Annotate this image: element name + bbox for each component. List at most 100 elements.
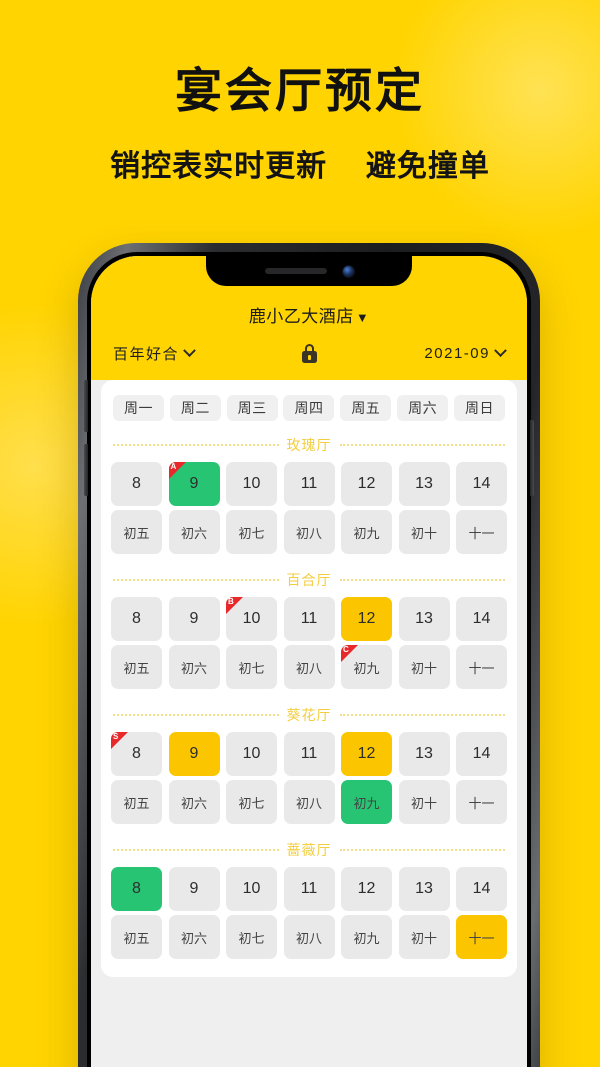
date-cell[interactable]: 14 <box>456 867 507 911</box>
date-row: 8 A 9 10 11 12 13 14 <box>111 462 507 506</box>
cell-label: 初十 <box>410 660 437 676</box>
cell-label: 9 <box>189 610 199 627</box>
lunar-cell[interactable]: 初十 <box>398 915 450 959</box>
volume-up-button[interactable] <box>84 380 88 432</box>
cell-label: 初八 <box>295 930 322 946</box>
lunar-cell[interactable]: 初六 <box>168 915 220 959</box>
cell-label: 14 <box>472 880 491 897</box>
weekday-tab[interactable]: 周六 <box>397 395 449 421</box>
date-cell[interactable]: B 10 <box>226 597 277 641</box>
lunar-cell[interactable]: 初七 <box>226 645 277 689</box>
date-cell[interactable]: 11 <box>283 867 335 911</box>
corner-badge-label: C <box>343 645 349 654</box>
lunar-cell[interactable]: 初五 <box>111 780 162 824</box>
cell-label: 8 <box>132 475 141 492</box>
lunar-cell[interactable]: 初九 <box>341 510 392 554</box>
lunar-cell[interactable]: 十一 <box>456 645 507 689</box>
lunar-cell[interactable]: 初六 <box>168 510 220 554</box>
date-cell[interactable]: 12 <box>341 597 392 641</box>
date-cell[interactable]: 12 <box>341 462 392 506</box>
lunar-cell[interactable]: 初五 <box>111 510 162 554</box>
package-filter-dropdown[interactable]: 百年好合 <box>113 343 196 364</box>
lunar-cell[interactable]: 初六 <box>168 780 220 824</box>
date-cell[interactable]: 12 <box>341 732 392 776</box>
hall-header: 葵花厅 <box>111 702 507 732</box>
cell-label: 初六 <box>180 660 207 676</box>
divider-right <box>339 849 505 851</box>
date-cell[interactable]: 10 <box>226 732 277 776</box>
hotel-name-label: 鹿小乙大酒店 <box>248 307 354 326</box>
date-cell[interactable]: 14 <box>456 462 507 506</box>
lock-icon[interactable] <box>301 344 317 363</box>
lunar-cell[interactable]: 初十 <box>398 645 450 689</box>
lock-keyhole <box>307 354 311 360</box>
cell-label: 初十 <box>410 930 437 946</box>
weekday-tab[interactable]: 周五 <box>340 395 392 421</box>
cell-label: 初七 <box>238 930 265 946</box>
cell-label: 9 <box>189 880 199 897</box>
weekday-tab[interactable]: 周一 <box>113 395 164 421</box>
volume-down-button[interactable] <box>84 444 88 496</box>
cell-label: 14 <box>472 610 491 627</box>
cell-label: 初六 <box>180 930 207 946</box>
month-filter-dropdown[interactable]: 2021-09 <box>424 344 507 362</box>
date-cell[interactable]: S8 <box>111 732 162 776</box>
date-cell[interactable]: 9 <box>168 732 220 776</box>
lunar-cell[interactable]: 十一 <box>456 510 507 554</box>
chevron-down-icon <box>183 344 196 358</box>
lunar-cell[interactable]: 初十 <box>398 780 450 824</box>
date-cell[interactable]: 11 <box>283 732 335 776</box>
weekday-tab[interactable]: 周四 <box>283 395 335 421</box>
lunar-cell[interactable]: 初十 <box>398 510 450 554</box>
date-cell[interactable]: 12 <box>341 867 392 911</box>
lunar-cell[interactable]: 初九 <box>341 780 392 824</box>
date-cell[interactable]: 13 <box>398 462 450 506</box>
weekday-tab[interactable]: 周二 <box>169 395 221 421</box>
date-cell[interactable]: 9 <box>168 867 220 911</box>
lunar-row: 初五 初六 初七 初八 初九 初十 十一 <box>111 915 507 959</box>
phone-screen: 鹿小乙大酒店 ▼ 百年好合 2021-09 周一 周二 周三 周四 周五 周六 … <box>91 256 527 1067</box>
date-cell[interactable]: 14 <box>456 597 507 641</box>
cell-label: 13 <box>415 610 433 627</box>
hall-name-label: 蔷薇厅 <box>286 842 332 858</box>
divider-left <box>113 579 279 581</box>
date-cell[interactable]: 9 <box>168 597 220 641</box>
lunar-cell[interactable]: C 初九 <box>341 645 392 689</box>
hall-name-label: 百合厅 <box>286 572 332 588</box>
date-cell[interactable]: A9 <box>168 462 220 506</box>
lunar-cell[interactable]: 初六 <box>168 645 220 689</box>
lunar-cell[interactable]: 初八 <box>283 915 335 959</box>
lunar-cell[interactable]: 十一 <box>456 915 507 959</box>
weekday-tab[interactable]: 周日 <box>453 395 505 421</box>
date-cell[interactable]: 11 <box>283 462 335 506</box>
date-cell[interactable]: 13 <box>398 732 450 776</box>
lunar-cell[interactable]: 初七 <box>226 780 277 824</box>
date-cell[interactable]: 10 <box>226 462 277 506</box>
lunar-cell[interactable]: 初七 <box>226 915 277 959</box>
weekday-tab[interactable]: 周三 <box>226 395 278 421</box>
lunar-cell[interactable]: 初八 <box>283 510 335 554</box>
date-cell[interactable]: 8 <box>111 867 162 911</box>
lunar-cell[interactable]: 初八 <box>283 645 335 689</box>
filter-bar: 百年好合 2021-09 <box>91 329 527 380</box>
date-cell[interactable]: 8 <box>111 462 162 506</box>
front-camera-icon <box>342 265 354 277</box>
lunar-cell[interactable]: 初七 <box>226 510 277 554</box>
lunar-cell[interactable]: 初五 <box>111 645 162 689</box>
date-cell[interactable]: 11 <box>283 597 335 641</box>
date-cell[interactable]: 10 <box>226 867 277 911</box>
cell-label: 10 <box>242 880 261 897</box>
date-cell[interactable]: 13 <box>398 597 450 641</box>
power-button[interactable] <box>530 420 534 496</box>
divider-right <box>339 444 505 446</box>
hotel-selector[interactable]: 鹿小乙大酒店 ▼ <box>91 294 527 329</box>
page-subtitle: 销控表实时更新 避免撞单 <box>0 141 600 185</box>
lunar-cell[interactable]: 初九 <box>341 915 392 959</box>
earpiece-speaker-icon <box>264 268 327 274</box>
date-cell[interactable]: 14 <box>456 732 507 776</box>
lunar-cell[interactable]: 十一 <box>456 780 507 824</box>
lunar-cell[interactable]: 初五 <box>111 915 162 959</box>
lunar-cell[interactable]: 初八 <box>283 780 335 824</box>
date-cell[interactable]: 8 <box>111 597 162 641</box>
date-cell[interactable]: 13 <box>398 867 450 911</box>
